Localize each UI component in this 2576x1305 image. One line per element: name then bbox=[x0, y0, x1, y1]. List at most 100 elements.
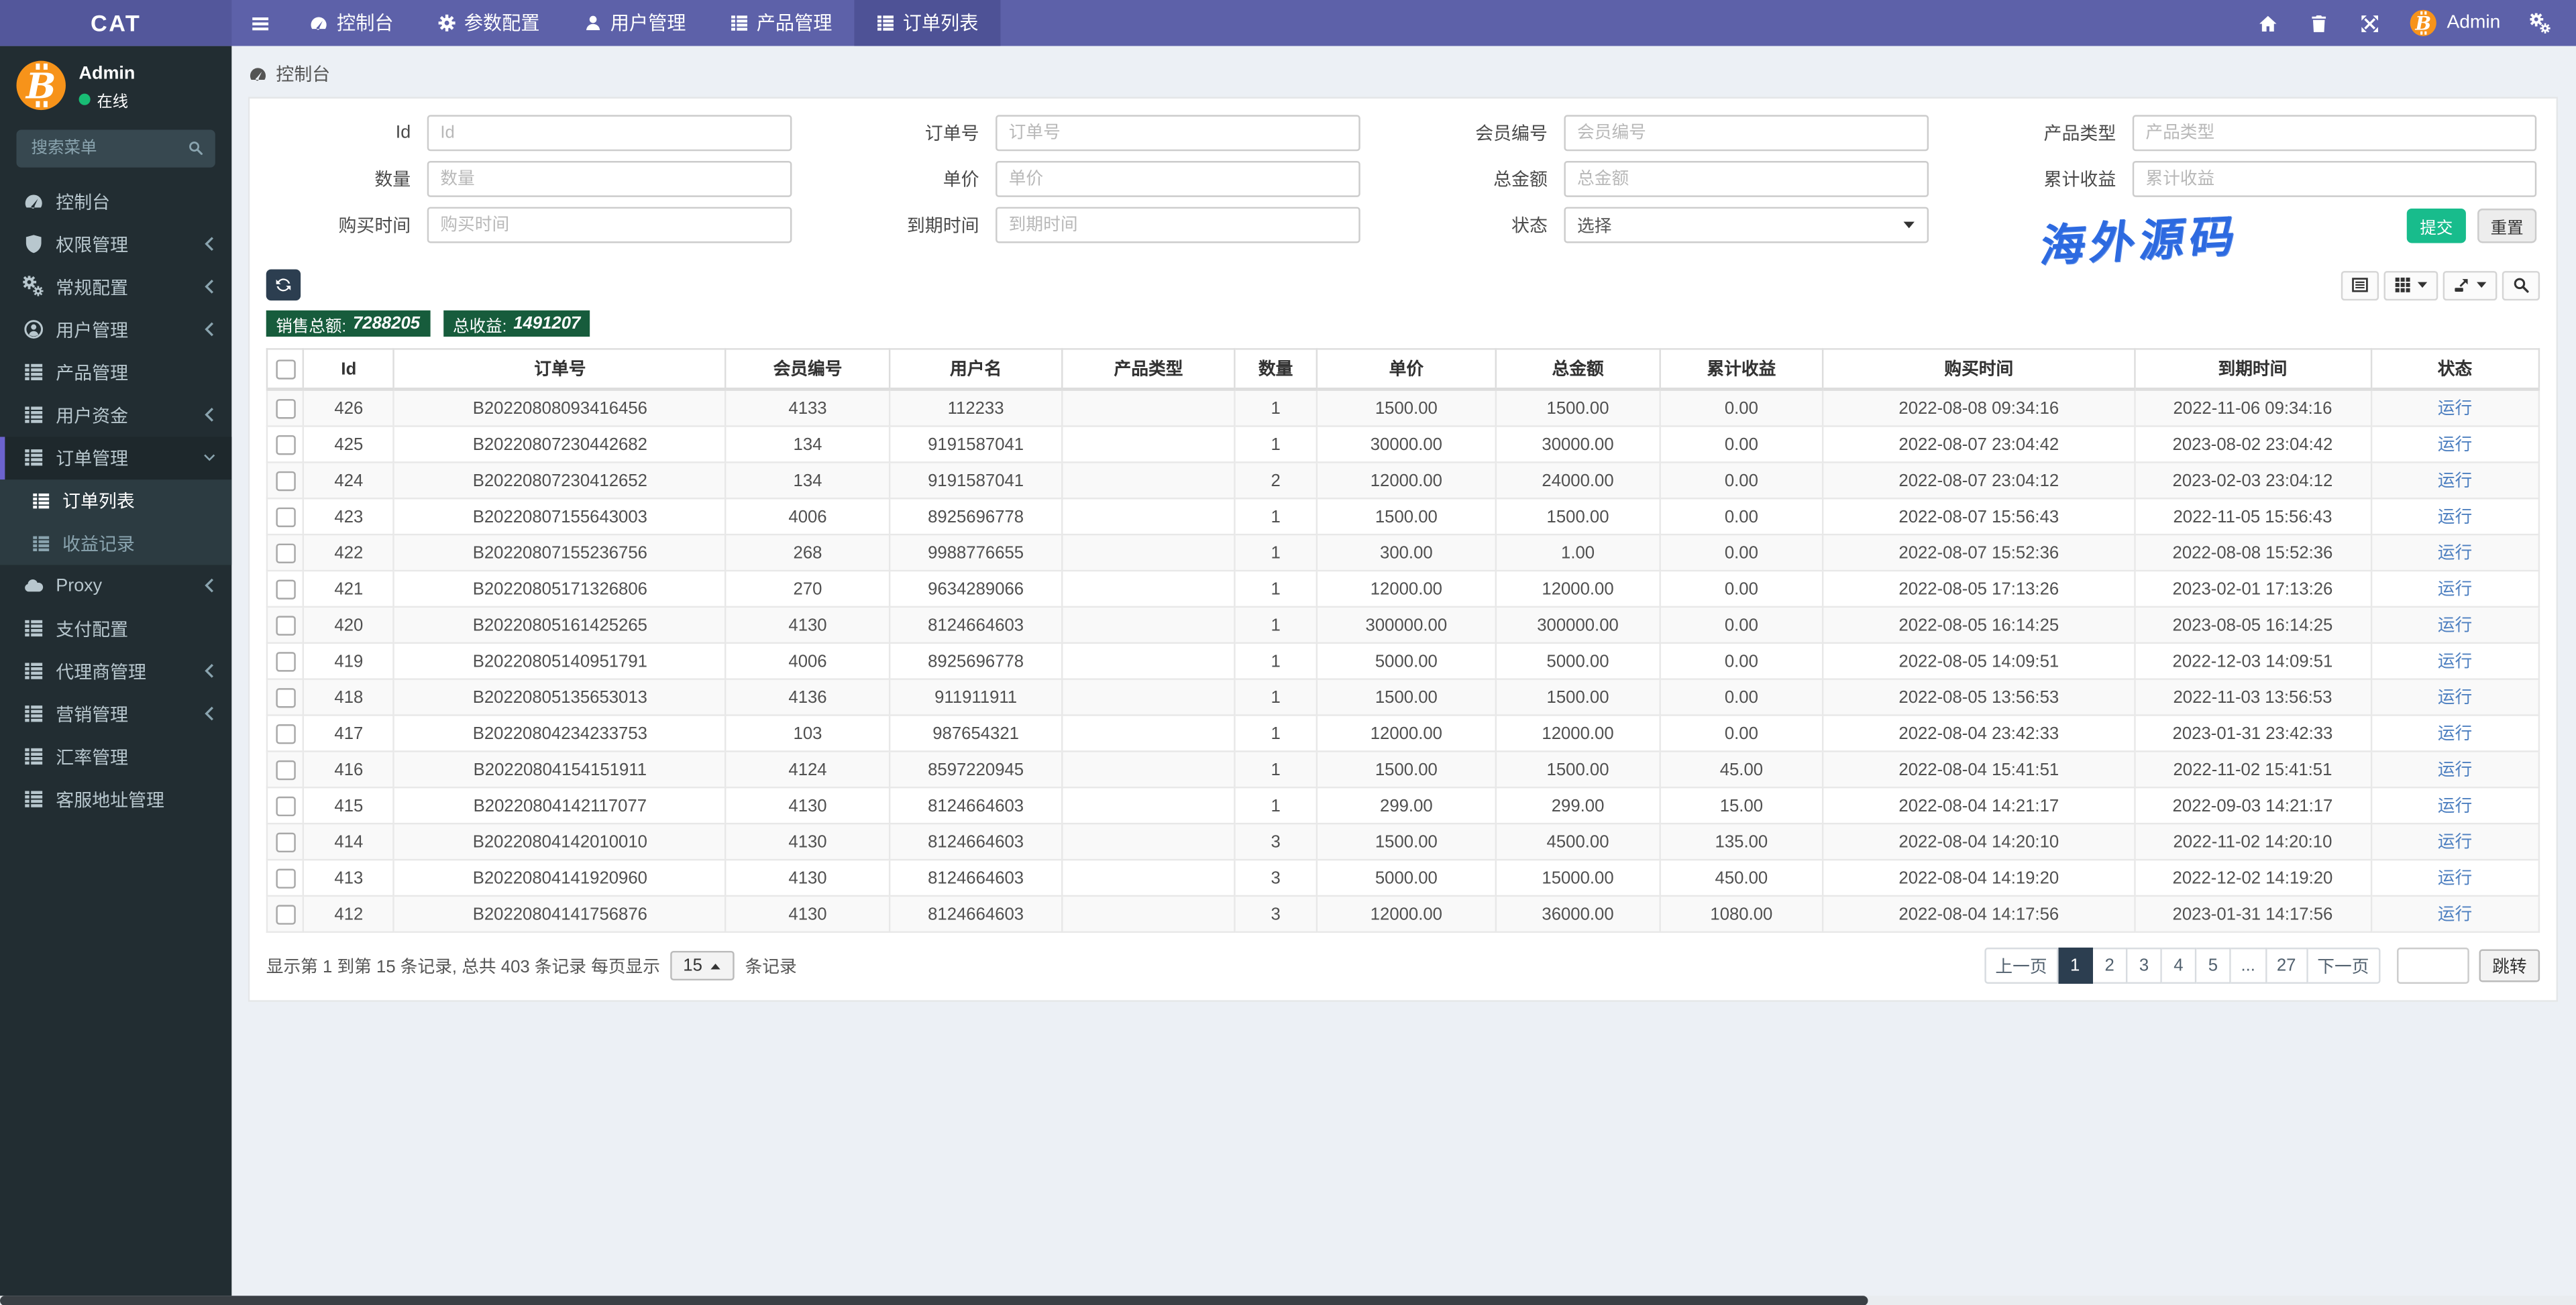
status-link[interactable]: 运行 bbox=[2438, 544, 2472, 563]
export-button[interactable] bbox=[2443, 270, 2498, 300]
page-button-3[interactable]: 3 bbox=[2127, 948, 2162, 984]
filter-input[interactable] bbox=[996, 207, 1360, 243]
filter-input[interactable] bbox=[1564, 161, 1929, 197]
status-link[interactable]: 运行 bbox=[2438, 688, 2472, 707]
status-link[interactable]: 运行 bbox=[2438, 652, 2472, 671]
page-size-dropdown[interactable]: 15 bbox=[669, 950, 735, 981]
sidebar-item-1[interactable]: 权限管理 bbox=[0, 223, 231, 266]
sidebar-item-2[interactable]: 常规配置 bbox=[0, 266, 231, 308]
topnav-item-0[interactable]: 控制台 bbox=[288, 0, 415, 46]
row-checkbox[interactable] bbox=[275, 615, 295, 635]
jump-button[interactable]: 跳转 bbox=[2479, 949, 2540, 982]
row-checkbox[interactable] bbox=[275, 832, 295, 852]
home-icon[interactable] bbox=[2243, 12, 2294, 34]
breadcrumb-label[interactable]: 控制台 bbox=[276, 61, 330, 87]
topnav-item-3[interactable]: 产品管理 bbox=[707, 0, 853, 46]
page-button-...: ... bbox=[2231, 948, 2267, 984]
status-link[interactable]: 运行 bbox=[2438, 471, 2472, 491]
status-link[interactable]: 运行 bbox=[2438, 399, 2472, 418]
status-link[interactable]: 运行 bbox=[2438, 833, 2472, 852]
page-button-4[interactable]: 4 bbox=[2161, 948, 2197, 984]
row-checkbox[interactable] bbox=[275, 868, 295, 888]
status-link[interactable]: 运行 bbox=[2438, 508, 2472, 527]
table-cell: 4136 bbox=[724, 678, 891, 716]
settings-gears-icon[interactable] bbox=[2515, 12, 2566, 34]
page-button-下一页[interactable]: 下一页 bbox=[2307, 948, 2381, 984]
filter-input[interactable] bbox=[427, 115, 792, 152]
sidebar-toggle-button[interactable] bbox=[231, 0, 287, 46]
app-logo[interactable]: CAT bbox=[0, 0, 232, 46]
page-button-上一页[interactable]: 上一页 bbox=[1984, 948, 2059, 984]
refresh-button[interactable] bbox=[266, 269, 301, 301]
sidebar-item-12[interactable]: 客服地址管理 bbox=[0, 778, 231, 821]
row-checkbox[interactable] bbox=[275, 470, 295, 491]
sidebar-item-10[interactable]: 营销管理 bbox=[0, 692, 231, 735]
status-link[interactable]: 运行 bbox=[2438, 616, 2472, 635]
sidebar-subitem-6-1[interactable]: 收益记录 bbox=[0, 522, 231, 565]
row-checkbox[interactable] bbox=[275, 687, 295, 707]
table-cell bbox=[1061, 388, 1236, 427]
navbar-user[interactable]: B Admin bbox=[2396, 9, 2516, 36]
filter-input[interactable] bbox=[427, 207, 792, 243]
row-checkbox[interactable] bbox=[275, 543, 295, 563]
sidebar-item-0[interactable]: 控制台 bbox=[0, 180, 231, 223]
sidebar-item-3[interactable]: 用户管理 bbox=[0, 308, 231, 351]
status-select[interactable]: 选择 bbox=[1564, 207, 1929, 243]
row-checkbox[interactable] bbox=[275, 435, 295, 455]
search-icon[interactable] bbox=[187, 139, 203, 155]
filter-input[interactable] bbox=[996, 115, 1360, 152]
select-all-checkbox[interactable] bbox=[275, 359, 295, 379]
sidebar-item-9[interactable]: 代理商管理 bbox=[0, 650, 231, 693]
watermark-text: 海外源码 bbox=[2037, 211, 2243, 273]
sidebar-subitem-6-0[interactable]: 订单列表 bbox=[0, 479, 231, 522]
sidebar-item-4[interactable]: 产品管理 bbox=[0, 351, 231, 394]
row-checkbox[interactable] bbox=[275, 904, 295, 924]
status-link[interactable]: 运行 bbox=[2438, 724, 2472, 744]
row-checkbox[interactable] bbox=[275, 506, 295, 527]
row-checkbox[interactable] bbox=[275, 398, 295, 418]
sidebar-item-5[interactable]: 用户资金 bbox=[0, 394, 231, 437]
sidebar-item-7[interactable]: Proxy bbox=[0, 564, 231, 607]
sidebar-item-6[interactable]: 订单管理 bbox=[0, 436, 232, 479]
row-checkbox[interactable] bbox=[275, 759, 295, 780]
filter-input[interactable] bbox=[2132, 115, 2537, 152]
row-checkbox[interactable] bbox=[275, 795, 295, 816]
search-toggle-button[interactable] bbox=[2502, 270, 2540, 300]
table-cell: 2022-11-02 14:20:10 bbox=[2133, 822, 2372, 861]
table-cell bbox=[1061, 642, 1236, 680]
submit-button[interactable]: 提交 bbox=[2406, 207, 2466, 243]
jump-page-input[interactable] bbox=[2397, 948, 2469, 984]
filter-input[interactable] bbox=[996, 161, 1360, 197]
status-link[interactable]: 运行 bbox=[2438, 869, 2472, 889]
sidebar-item-8[interactable]: 支付配置 bbox=[0, 607, 231, 650]
table-cell: 134 bbox=[724, 425, 891, 463]
status-link[interactable]: 运行 bbox=[2438, 797, 2472, 816]
trash-icon[interactable] bbox=[2294, 12, 2345, 34]
status-link[interactable]: 运行 bbox=[2438, 579, 2472, 599]
table-cell: 1500.00 bbox=[1495, 750, 1661, 789]
row-checkbox[interactable] bbox=[275, 651, 295, 671]
page-button-1[interactable]: 1 bbox=[2058, 948, 2094, 984]
columns-button[interactable] bbox=[2383, 270, 2438, 300]
page-button-2[interactable]: 2 bbox=[2093, 948, 2128, 984]
status-link[interactable]: 运行 bbox=[2438, 435, 2472, 455]
filter-input[interactable] bbox=[1564, 115, 1929, 152]
topnav-item-1[interactable]: 参数配置 bbox=[415, 0, 561, 46]
filter-input[interactable] bbox=[427, 161, 792, 197]
horizontal-scrollbar-thumb[interactable] bbox=[0, 1295, 1868, 1305]
row-checkbox[interactable] bbox=[275, 724, 295, 744]
fullscreen-icon[interactable] bbox=[2345, 12, 2396, 34]
sidebar-item-11[interactable]: 汇率管理 bbox=[0, 735, 231, 778]
detail-view-button[interactable] bbox=[2341, 270, 2379, 300]
table-cell: 1500.00 bbox=[1316, 678, 1497, 716]
page-button-5[interactable]: 5 bbox=[2196, 948, 2231, 984]
row-checkbox[interactable] bbox=[275, 579, 295, 599]
status-link[interactable]: 运行 bbox=[2438, 760, 2472, 780]
topnav-item-2[interactable]: 用户管理 bbox=[561, 0, 707, 46]
filter-input[interactable] bbox=[2132, 161, 2537, 197]
menu-search-input[interactable] bbox=[16, 129, 215, 167]
page-button-27[interactable]: 27 bbox=[2267, 948, 2308, 984]
status-link[interactable]: 运行 bbox=[2438, 905, 2472, 924]
reset-button[interactable]: 重置 bbox=[2477, 207, 2537, 243]
topnav-item-4[interactable]: 订单列表 bbox=[853, 0, 1000, 46]
